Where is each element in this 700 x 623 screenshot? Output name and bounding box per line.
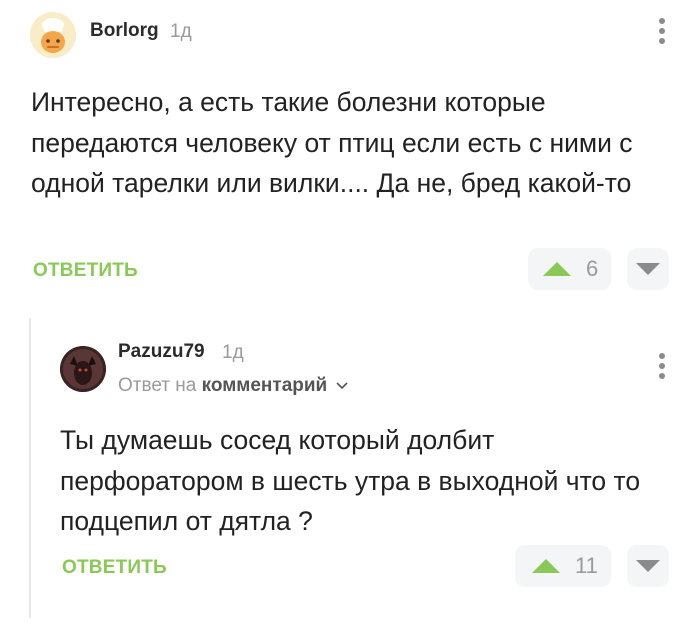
comment-text: Интересно, а есть такие болезни которые … xyxy=(31,87,633,198)
downvote-button[interactable] xyxy=(627,248,669,290)
reply-meta[interactable]: Ответ на комментарий xyxy=(118,375,348,397)
upvote-button[interactable]: 6 xyxy=(528,248,611,290)
chevron-down-icon[interactable] xyxy=(335,382,348,390)
user-avatar[interactable] xyxy=(60,346,106,392)
more-options-icon[interactable] xyxy=(659,353,665,383)
reply-author[interactable]: Pazuzu79 xyxy=(118,341,205,363)
downvote-button[interactable] xyxy=(627,545,669,587)
more-options-icon[interactable] xyxy=(659,18,665,48)
comment-author[interactable]: Borlorg xyxy=(90,20,159,42)
comment: Borlorg 1д Интересно, а есть такие болез… xyxy=(0,0,700,300)
rating-count: 11 xyxy=(575,553,598,578)
upvote-button[interactable]: 11 xyxy=(515,545,611,587)
downvote-icon xyxy=(636,263,660,275)
reply-comment: Pazuzu79 1д Ответ на комментарий Ты дума… xyxy=(0,320,700,620)
user-avatar[interactable] xyxy=(30,12,76,58)
reply-button[interactable]: ОТВЕТИТЬ xyxy=(33,260,138,282)
comment-time: 1д xyxy=(170,21,192,42)
demon-avatar-icon xyxy=(60,346,106,392)
chef-avatar-icon xyxy=(30,12,76,58)
upvote-icon xyxy=(543,262,571,276)
reply-meta-target[interactable]: комментарий xyxy=(202,375,328,396)
upvote-icon xyxy=(532,559,560,573)
reply-text: Ты думаешь сосед который долбит перфорат… xyxy=(60,425,641,536)
downvote-icon xyxy=(636,560,660,572)
reply-time: 1д xyxy=(222,342,244,363)
rating-count: 6 xyxy=(586,256,599,281)
reply-meta-prefix: Ответ на xyxy=(118,375,197,396)
reply-button[interactable]: ОТВЕТИТЬ xyxy=(62,557,167,579)
